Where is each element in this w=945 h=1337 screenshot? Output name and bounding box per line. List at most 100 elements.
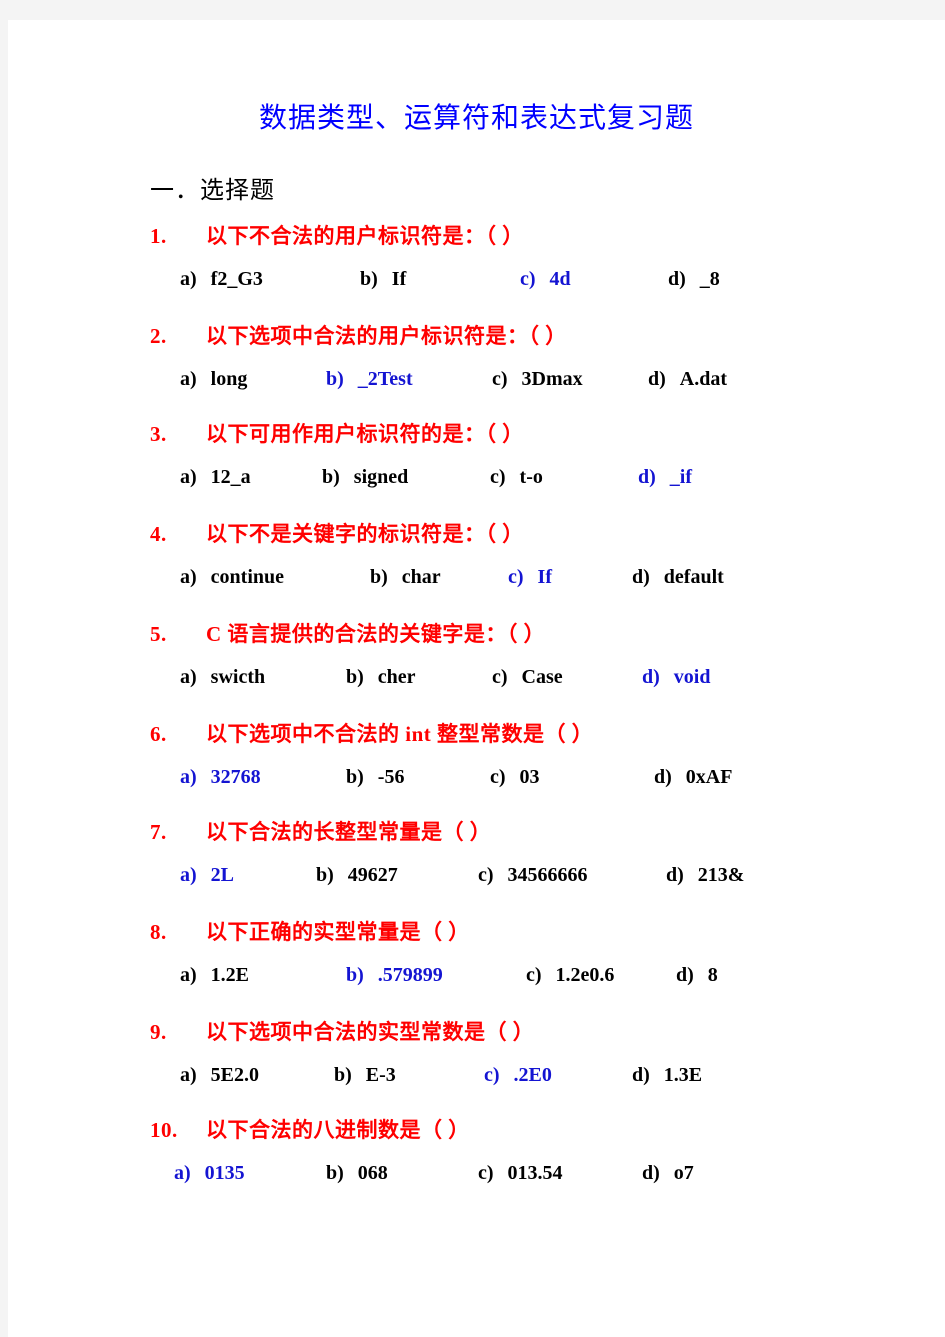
question-stem: 7. 以下合法的长整型常量是（ ） bbox=[150, 816, 491, 846]
answer-option[interactable]: a) long bbox=[180, 368, 247, 391]
question-number: 7. bbox=[150, 820, 167, 844]
answer-option[interactable]: b) 49627 bbox=[316, 864, 398, 887]
answer-option[interactable]: c) If bbox=[508, 566, 552, 589]
answer-option[interactable]: a) f2_G3 bbox=[180, 268, 263, 291]
question-stem-text: 以下不合法的用户标识符是：（ ） bbox=[206, 224, 524, 248]
option-letter: b) bbox=[322, 466, 340, 488]
option-letter: c) bbox=[490, 466, 506, 488]
option-row: a) 1.2E b) .579899 c) 1.2e0.6 d) 8 bbox=[8, 964, 945, 996]
option-letter: d) bbox=[668, 268, 686, 290]
answer-option[interactable]: d) 1.3E bbox=[632, 1064, 702, 1087]
option-value: 1.2e0.6 bbox=[555, 964, 615, 986]
option-value: void bbox=[673, 666, 711, 688]
option-value: A.dat bbox=[679, 368, 728, 390]
answer-option[interactable]: a) 0135 bbox=[174, 1162, 245, 1185]
answer-option[interactable]: b) 068 bbox=[326, 1162, 388, 1185]
answer-option[interactable]: b) If bbox=[360, 268, 406, 291]
answer-option[interactable]: c) 1.2e0.6 bbox=[526, 964, 614, 987]
answer-option[interactable]: d) void bbox=[642, 666, 710, 689]
answer-option[interactable]: c) 03 bbox=[490, 766, 540, 789]
answer-option[interactable]: a) continue bbox=[180, 566, 284, 589]
option-value: swicth bbox=[210, 666, 266, 688]
option-letter: b) bbox=[346, 766, 364, 788]
answer-option[interactable]: c) 34566666 bbox=[478, 864, 588, 887]
option-letter: a) bbox=[180, 1064, 197, 1086]
answer-option[interactable]: c) 4d bbox=[520, 268, 571, 291]
answer-option[interactable]: b) cher bbox=[346, 666, 416, 689]
option-letter: c) bbox=[478, 1162, 494, 1184]
answer-option[interactable]: a) 5E2.0 bbox=[180, 1064, 259, 1087]
answer-option[interactable]: d) 213& bbox=[666, 864, 744, 887]
option-row: a) 0135 b) 068 c) 013.54 d) o7 bbox=[8, 1162, 945, 1194]
option-letter: a) bbox=[180, 964, 197, 986]
answer-option[interactable]: c) 3Dmax bbox=[492, 368, 583, 391]
question-stem: 8. 以下正确的实型常量是（ ） bbox=[150, 916, 470, 946]
option-value: 49627 bbox=[347, 864, 398, 886]
question-number: 2. bbox=[150, 324, 167, 348]
answer-option[interactable]: b) _2Test bbox=[326, 368, 413, 391]
answer-option[interactable]: d) _8 bbox=[668, 268, 720, 291]
option-value: default bbox=[663, 566, 724, 588]
answer-option[interactable]: a) 1.2E bbox=[180, 964, 249, 987]
option-letter: b) bbox=[334, 1064, 352, 1086]
question-stem-text: 以下正确的实型常量是（ ） bbox=[206, 920, 470, 944]
option-row: a) 32768 b) -56 c) 03 d) 0xAF bbox=[8, 766, 945, 798]
answer-option[interactable]: a) swicth bbox=[180, 666, 265, 689]
answer-option[interactable]: c) t-o bbox=[490, 466, 543, 489]
option-letter: c) bbox=[508, 566, 524, 588]
option-value: 1.2E bbox=[210, 964, 250, 986]
option-value: 34566666 bbox=[507, 864, 588, 886]
question-stem-text: 以下合法的八进制数是（ ） bbox=[206, 1118, 470, 1142]
answer-option[interactable]: b) char bbox=[370, 566, 441, 589]
answer-option[interactable]: b) E-3 bbox=[334, 1064, 396, 1087]
answer-option[interactable]: c) Case bbox=[492, 666, 563, 689]
question-number: 8. bbox=[150, 920, 167, 944]
option-value: 0135 bbox=[204, 1162, 245, 1184]
answer-option[interactable]: c) .2E0 bbox=[484, 1064, 552, 1087]
question-stem-text: 以下选项中合法的实型常数是（ ） bbox=[206, 1020, 535, 1044]
answer-option[interactable]: c) 013.54 bbox=[478, 1162, 563, 1185]
section-heading-multiple-choice: 一．选择题 bbox=[150, 178, 275, 204]
question-stem: 1. 以下不合法的用户标识符是：（ ） bbox=[150, 220, 524, 250]
answer-option[interactable]: d) o7 bbox=[642, 1162, 694, 1185]
option-value: 2L bbox=[210, 864, 235, 886]
question-number: 9. bbox=[150, 1020, 167, 1044]
answer-option[interactable]: d) A.dat bbox=[648, 368, 727, 391]
answer-option[interactable]: b) signed bbox=[322, 466, 408, 489]
question-number: 3. bbox=[150, 422, 167, 446]
option-row: a) 5E2.0 b) E-3 c) .2E0 d) 1.3E bbox=[8, 1064, 945, 1096]
question-number: 6. bbox=[150, 722, 167, 746]
answer-option[interactable]: a) 12_a bbox=[180, 466, 251, 489]
option-value: -56 bbox=[377, 766, 405, 788]
option-letter: a) bbox=[180, 864, 197, 886]
option-row: a) continue b) char c) If d) default bbox=[8, 566, 945, 598]
option-letter: a) bbox=[174, 1162, 191, 1184]
option-letter: a) bbox=[180, 466, 197, 488]
question-stem: 3. 以下可用作用户标识符的是：（ ） bbox=[150, 418, 524, 448]
option-value: _8 bbox=[699, 268, 720, 290]
answer-option[interactable]: b) -56 bbox=[346, 766, 404, 789]
option-value: 4d bbox=[549, 268, 571, 290]
document-body: 数据类型、运算符和表达式复习题 一．选择题 1. 以下不合法的用户标识符是：（ ）… bbox=[8, 20, 945, 1337]
option-letter: c) bbox=[478, 864, 494, 886]
option-letter: d) bbox=[654, 766, 672, 788]
option-letter: b) bbox=[316, 864, 334, 886]
answer-option[interactable]: a) 2L bbox=[180, 864, 234, 887]
option-letter: d) bbox=[648, 368, 666, 390]
answer-option[interactable]: a) 32768 bbox=[180, 766, 261, 789]
option-value: 1.3E bbox=[663, 1064, 703, 1086]
answer-option[interactable]: d) 0xAF bbox=[654, 766, 732, 789]
question-stem: 2. 以下选项中合法的用户标识符是：（ ） bbox=[150, 320, 567, 350]
option-letter: d) bbox=[632, 1064, 650, 1086]
option-letter: b) bbox=[326, 368, 344, 390]
answer-option[interactable]: d) _if bbox=[638, 466, 692, 489]
option-value: If bbox=[537, 566, 552, 588]
answer-option[interactable]: d) default bbox=[632, 566, 724, 589]
option-value: long bbox=[210, 368, 248, 390]
answer-option[interactable]: d) 8 bbox=[676, 964, 718, 987]
option-letter: a) bbox=[180, 566, 197, 588]
question-stem-text: 以下合法的长整型常量是（ ） bbox=[206, 820, 492, 844]
answer-option[interactable]: b) .579899 bbox=[346, 964, 443, 987]
option-letter: c) bbox=[484, 1064, 500, 1086]
page-canvas-background: 数据类型、运算符和表达式复习题 一．选择题 1. 以下不合法的用户标识符是：（ ）… bbox=[0, 0, 945, 1337]
